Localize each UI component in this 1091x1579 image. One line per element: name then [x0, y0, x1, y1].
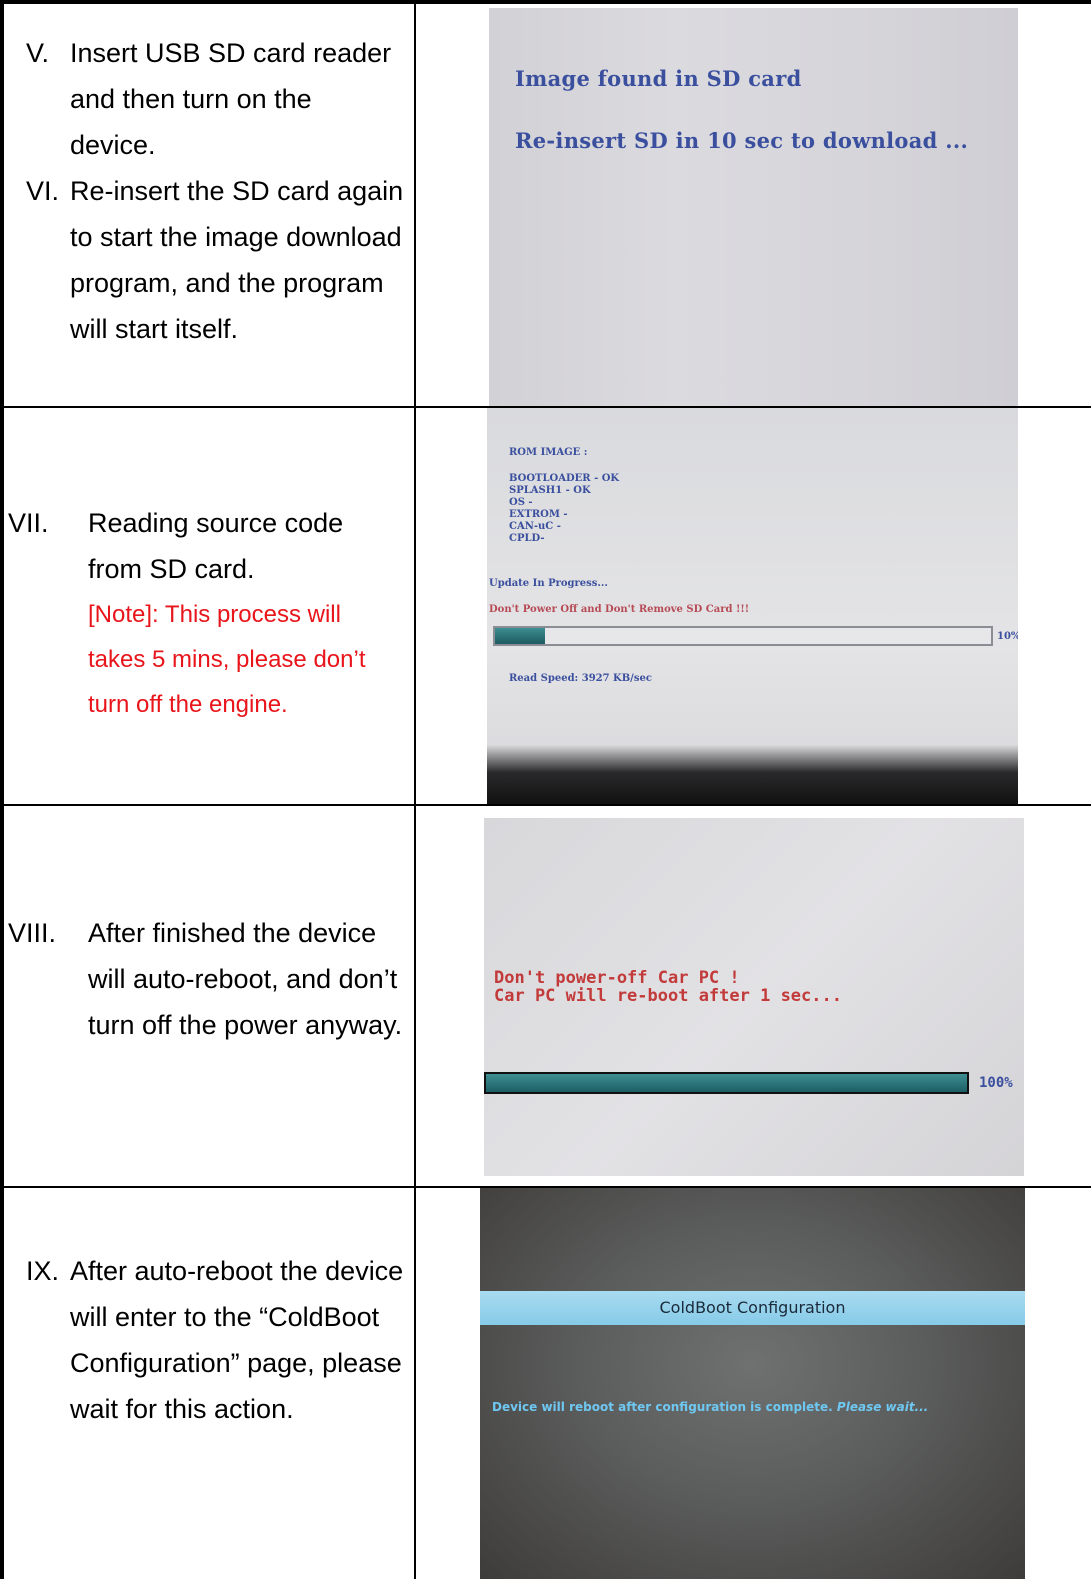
screen-photo-update-progress: ROM IMAGE : BOOTLOADER - OK SPLASH1 - OK…	[487, 408, 1018, 804]
progress-fill	[495, 628, 545, 644]
progress-bar	[484, 1072, 969, 1094]
step-item: VI. Re-insert the SD card again to start…	[8, 168, 414, 352]
step-item: IX. After auto-reboot the device will en…	[8, 1248, 414, 1432]
rom-item: CPLD-	[509, 533, 545, 544]
note-text: [Note]: This process will takes 5 mins, …	[88, 601, 366, 718]
instruction-cell: VIII. After finished the device will aut…	[8, 806, 414, 1186]
rom-item: SPLASH1 - OK	[509, 485, 591, 496]
step-text: After auto-reboot the device will enter …	[70, 1256, 404, 1424]
screen-photo-coldboot: ColdBoot Configuration Device will reboo…	[480, 1188, 1025, 1579]
rom-item: CAN-uC -	[509, 521, 561, 532]
instruction-cell: V. Insert USB SD card reader and then tu…	[8, 4, 414, 406]
table-row: V. Insert USB SD card reader and then tu…	[0, 4, 1091, 406]
step-item: VIII. After finished the device will aut…	[8, 910, 414, 1048]
table-row: IX. After auto-reboot the device will en…	[0, 1188, 1091, 1579]
step-number: VIII.	[8, 918, 57, 948]
screen-line: Image found in SD card	[515, 66, 802, 91]
coldboot-message: Device will reboot after configuration i…	[492, 1400, 1019, 1414]
message-italic: Please wait...	[836, 1400, 929, 1414]
read-speed: Read Speed: 3927 KB/sec	[509, 673, 652, 684]
step-number: V.	[26, 38, 50, 68]
step-text: Insert USB SD card reader and then turn …	[70, 38, 392, 160]
step-number: VII.	[8, 508, 49, 538]
screen-line: Don't power-off Car PC !	[494, 968, 740, 988]
progress-label: 100%	[979, 1075, 1013, 1091]
warning-text: Don't Power Off and Don't Remove SD Card…	[489, 604, 750, 615]
instruction-cell: IX. After auto-reboot the device will en…	[8, 1188, 414, 1579]
step-item: V. Insert USB SD card reader and then tu…	[8, 30, 414, 168]
progress-bar	[493, 626, 993, 646]
screen-line: Car PC will re-boot after 1 sec...	[494, 986, 842, 1006]
step-text: Reading source code from SD card.	[88, 508, 344, 584]
progress-label: 10%	[997, 631, 1018, 642]
rom-item: BOOTLOADER - OK	[509, 473, 620, 484]
table-row: VIII. After finished the device will aut…	[0, 806, 1091, 1186]
step-item: VII. Reading source code from SD card. […	[8, 500, 414, 727]
rom-item: OS -	[509, 497, 533, 508]
rom-image-header: ROM IMAGE :	[509, 447, 588, 458]
coldboot-banner: ColdBoot Configuration	[480, 1291, 1025, 1325]
step-number: IX.	[26, 1256, 60, 1286]
screen-photo-reboot: Don't power-off Car PC ! Car PC will re-…	[484, 818, 1024, 1176]
progress-title: Update In Progress...	[489, 578, 608, 589]
table-row: VII. Reading source code from SD card. […	[0, 408, 1091, 804]
instruction-cell: VII. Reading source code from SD card. […	[8, 408, 414, 804]
step-text: After finished the device will auto-rebo…	[88, 918, 403, 1040]
step-text: Re-insert the SD card again to start the…	[70, 176, 404, 344]
instruction-table: V. Insert USB SD card reader and then tu…	[0, 0, 1091, 1579]
step-number: VI.	[26, 176, 60, 206]
screen-line: Re-insert SD in 10 sec to download ...	[515, 128, 969, 153]
rom-item: EXTROM -	[509, 509, 568, 520]
message-text: Device will reboot after configuration i…	[492, 1400, 833, 1414]
screen-photo-image-found: Image found in SD card Re-insert SD in 1…	[489, 8, 1018, 406]
